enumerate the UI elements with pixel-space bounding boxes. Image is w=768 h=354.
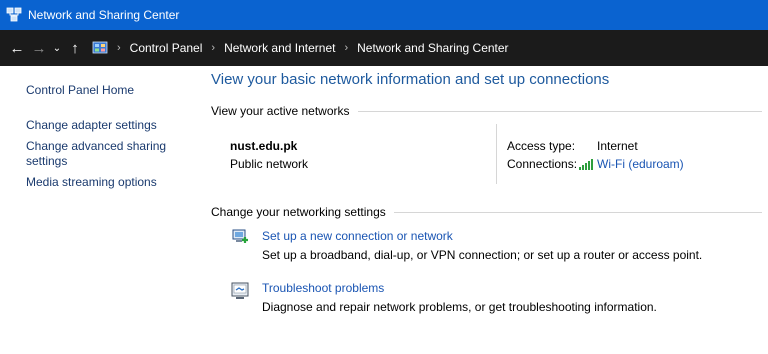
access-type-label: Access type: (507, 139, 576, 153)
troubleshoot-icon (231, 282, 249, 299)
breadcrumb-separator: › (117, 42, 121, 54)
setup-new-connection-link[interactable]: Set up a new connection or network (262, 229, 453, 243)
up-button[interactable]: ↑ (64, 40, 86, 57)
breadcrumb-separator: › (211, 42, 216, 54)
wifi-connection-link[interactable]: Wi-Fi (eduroam) (597, 157, 684, 171)
network-type: Public network (230, 157, 309, 171)
setup-new-connection-description: Set up a broadband, dial-up, or VPN conn… (262, 248, 703, 262)
forward-button[interactable]: → (28, 40, 50, 57)
troubleshoot-problems-description: Diagnose and repair network problems, or… (262, 300, 657, 314)
control-panel-icon (92, 41, 108, 54)
vertical-divider (496, 124, 497, 184)
change-settings-header: Change your networking settings (211, 205, 762, 219)
change-advanced-sharing-settings-link[interactable]: Change advanced sharing settings (26, 139, 196, 169)
breadcrumb-network-and-internet[interactable]: Network and Internet (224, 41, 335, 55)
page-title: View your basic network information and … (211, 71, 610, 88)
active-networks-header: View your active networks (211, 104, 762, 118)
breadcrumb-control-panel[interactable]: Control Panel (130, 41, 203, 55)
window-title: Network and Sharing Center (28, 8, 180, 22)
breadcrumb-network-and-sharing-center[interactable]: Network and Sharing Center (357, 41, 508, 55)
section-divider (357, 110, 762, 112)
recent-locations-button[interactable]: ⌄ (50, 43, 64, 54)
back-button[interactable]: ← (6, 40, 28, 57)
title-bar: Network and Sharing Center (0, 0, 768, 30)
section-divider (393, 211, 762, 213)
breadcrumb-separator: › (344, 42, 349, 54)
troubleshoot-problems-link[interactable]: Troubleshoot problems (262, 281, 384, 295)
new-connection-icon (232, 229, 248, 243)
change-settings-label: Change your networking settings (211, 205, 386, 219)
network-center-icon (6, 7, 22, 22)
media-streaming-options-link[interactable]: Media streaming options (26, 175, 196, 190)
change-adapter-settings-link[interactable]: Change adapter settings (26, 118, 196, 133)
connections-label: Connections: (507, 157, 578, 171)
active-networks-label: View your active networks (211, 104, 350, 118)
sidebar: Control Panel Home Change adapter settin… (26, 83, 196, 190)
network-name: nust.edu.pk (230, 139, 298, 153)
access-type-value: Internet (597, 139, 638, 153)
address-bar: ← → ⌄ ↑ › Control Panel › Network and In… (0, 30, 768, 66)
wifi-signal-icon (579, 159, 593, 170)
control-panel-home-link[interactable]: Control Panel Home (26, 83, 196, 98)
